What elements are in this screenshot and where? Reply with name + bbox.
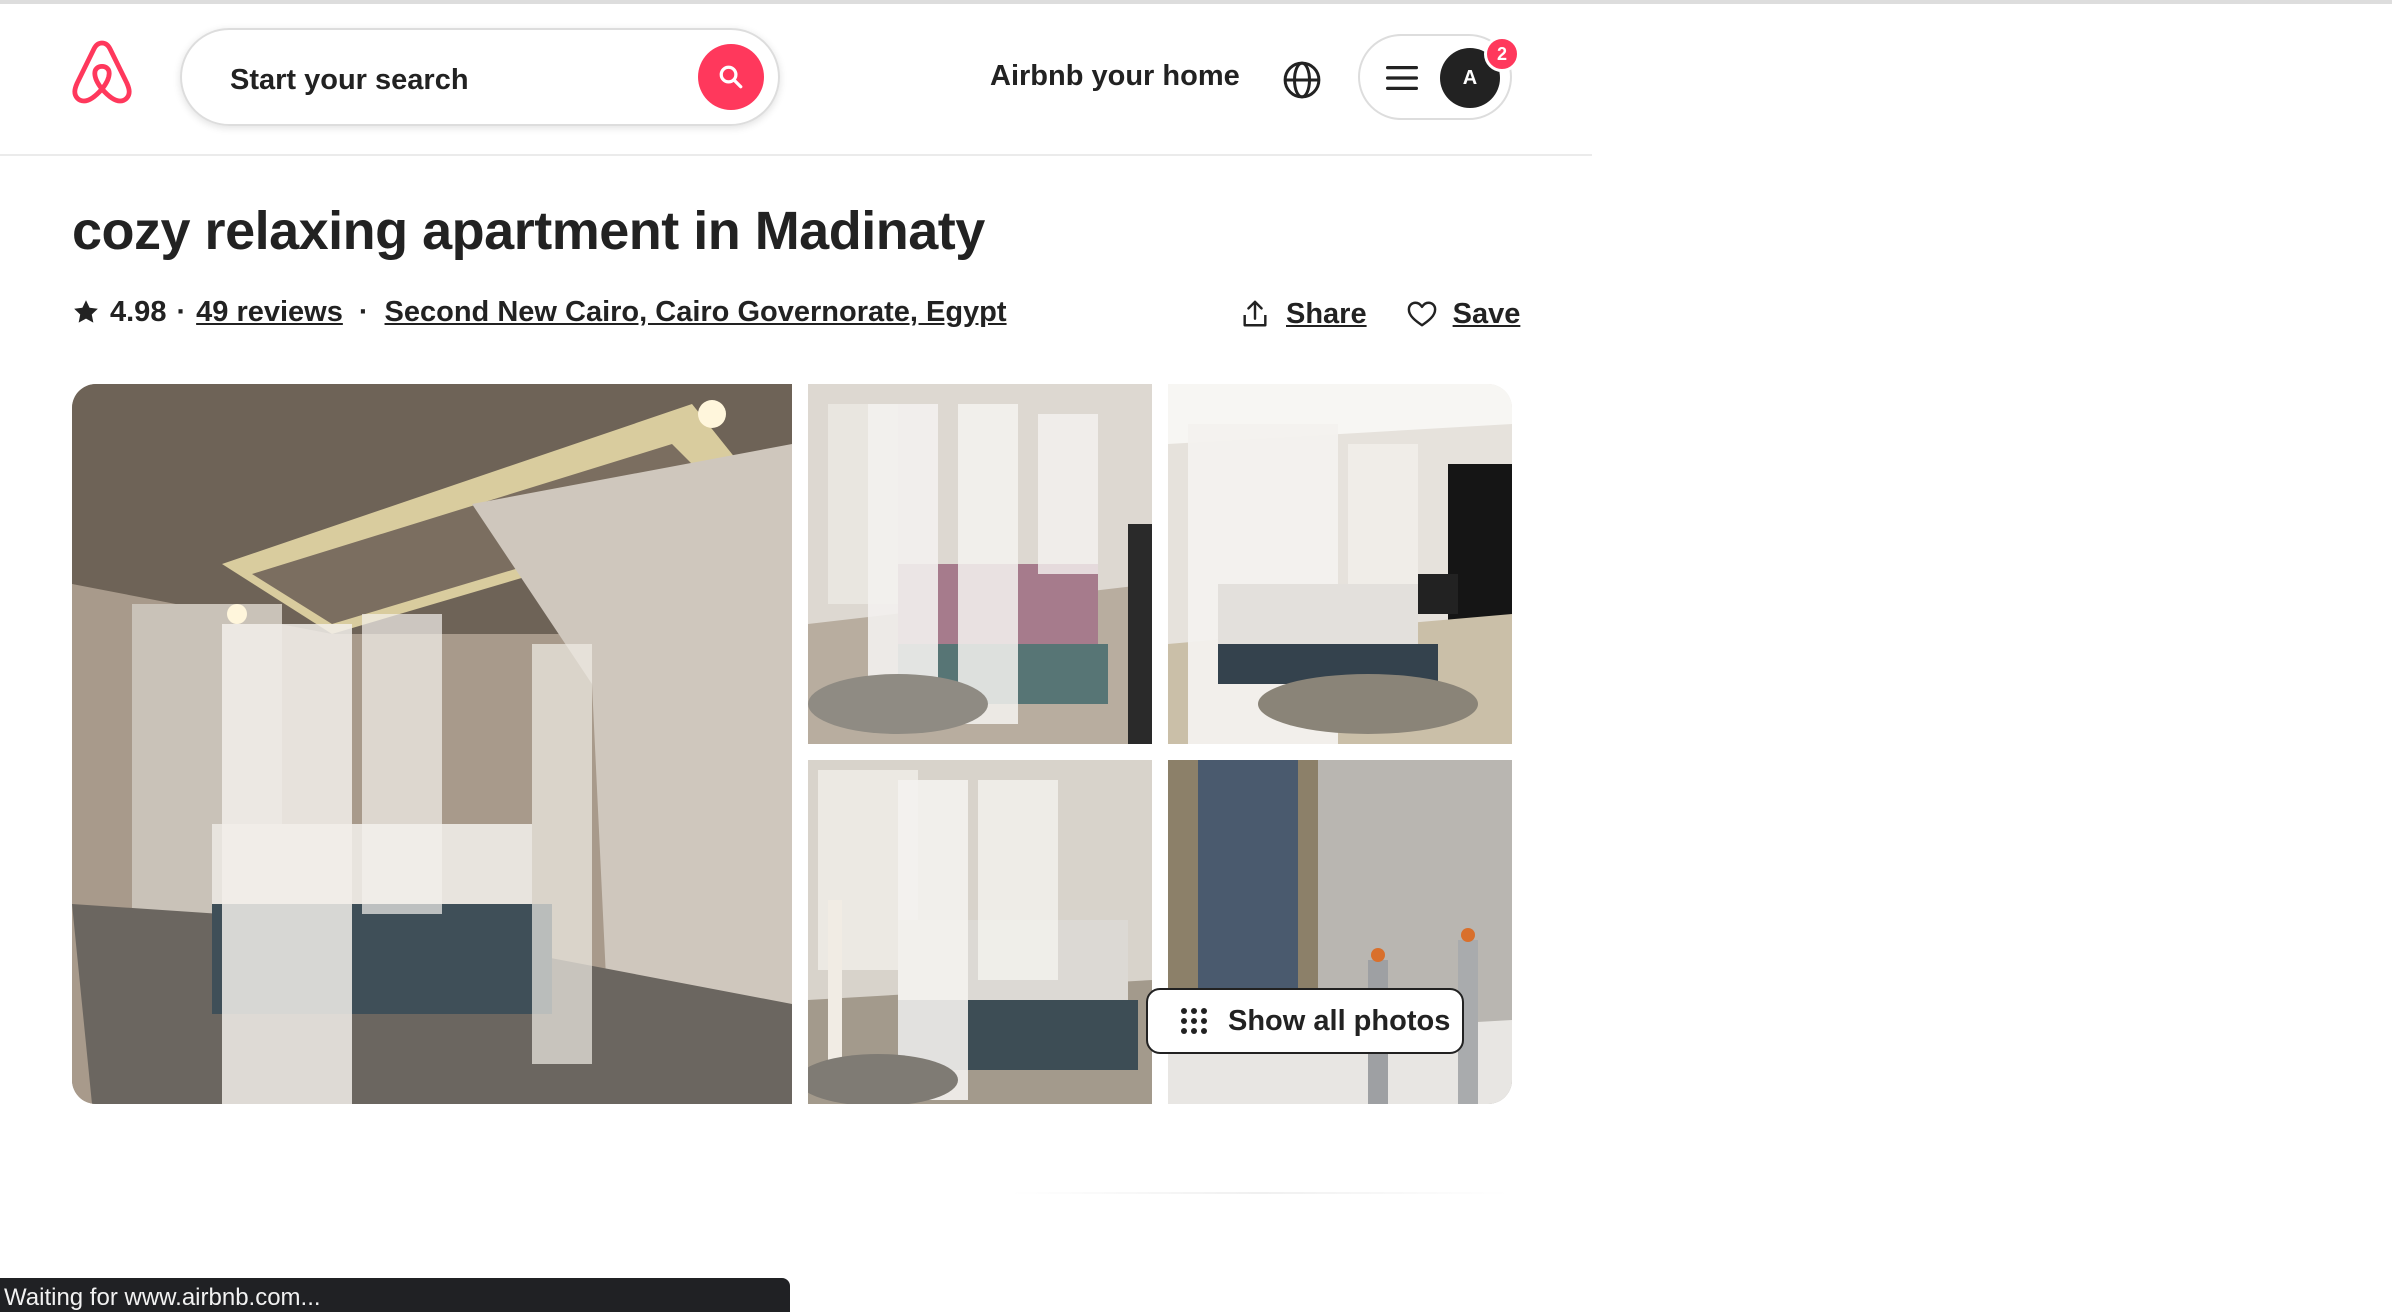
listing-meta: 4.98 · 49 reviews · Second New Cairo, Ca…: [72, 292, 1007, 332]
search-button[interactable]: [698, 44, 764, 110]
search-icon: [719, 65, 743, 89]
grid-dots-icon: [1181, 1008, 1207, 1034]
user-menu-button[interactable]: A 2: [1358, 34, 1520, 120]
search-bar[interactable]: Start your search: [180, 28, 780, 126]
hamburger-menu-icon: [1386, 66, 1418, 90]
show-all-photos-button[interactable]: Show all photos: [1146, 988, 1464, 1054]
airbnb-logo-icon[interactable]: [70, 40, 134, 112]
browser-status-bar: Waiting for www.airbnb.com...: [0, 1278, 790, 1312]
show-all-photos-label: Show all photos: [1228, 1004, 1451, 1037]
listing-photo-main[interactable]: [72, 384, 792, 1104]
share-button[interactable]: Share: [1240, 298, 1367, 331]
save-button[interactable]: Save: [1407, 297, 1521, 331]
meta-separator: ·: [176, 295, 187, 328]
location-link[interactable]: Second New Cairo, Cairo Governorate, Egy…: [385, 296, 1007, 329]
divider: [1010, 1192, 1510, 1194]
listing-photo-2[interactable]: [808, 384, 1152, 744]
notification-badge: 2: [1484, 36, 1520, 72]
site-header: Start your search Airbnb your home A 2: [0, 4, 1592, 156]
rating-value: 4.98: [110, 295, 167, 328]
search-placeholder: Start your search: [230, 64, 469, 96]
listing-title: cozy relaxing apartment in Madinaty: [72, 201, 985, 261]
reviews-link[interactable]: 49 reviews: [196, 296, 343, 329]
heart-icon: [1407, 301, 1436, 327]
listing-photo-3[interactable]: [1168, 384, 1512, 744]
airbnb-your-home-link[interactable]: Airbnb your home: [990, 60, 1240, 93]
listing-photo-4[interactable]: [808, 760, 1152, 1104]
listing-actions: Share Save: [1240, 294, 1520, 334]
globe-icon[interactable]: [1282, 60, 1322, 100]
share-icon: [1243, 300, 1267, 327]
save-label: Save: [1452, 297, 1521, 330]
star-icon: [74, 300, 98, 323]
meta-separator: ·: [358, 295, 369, 328]
share-label: Share: [1286, 297, 1367, 330]
